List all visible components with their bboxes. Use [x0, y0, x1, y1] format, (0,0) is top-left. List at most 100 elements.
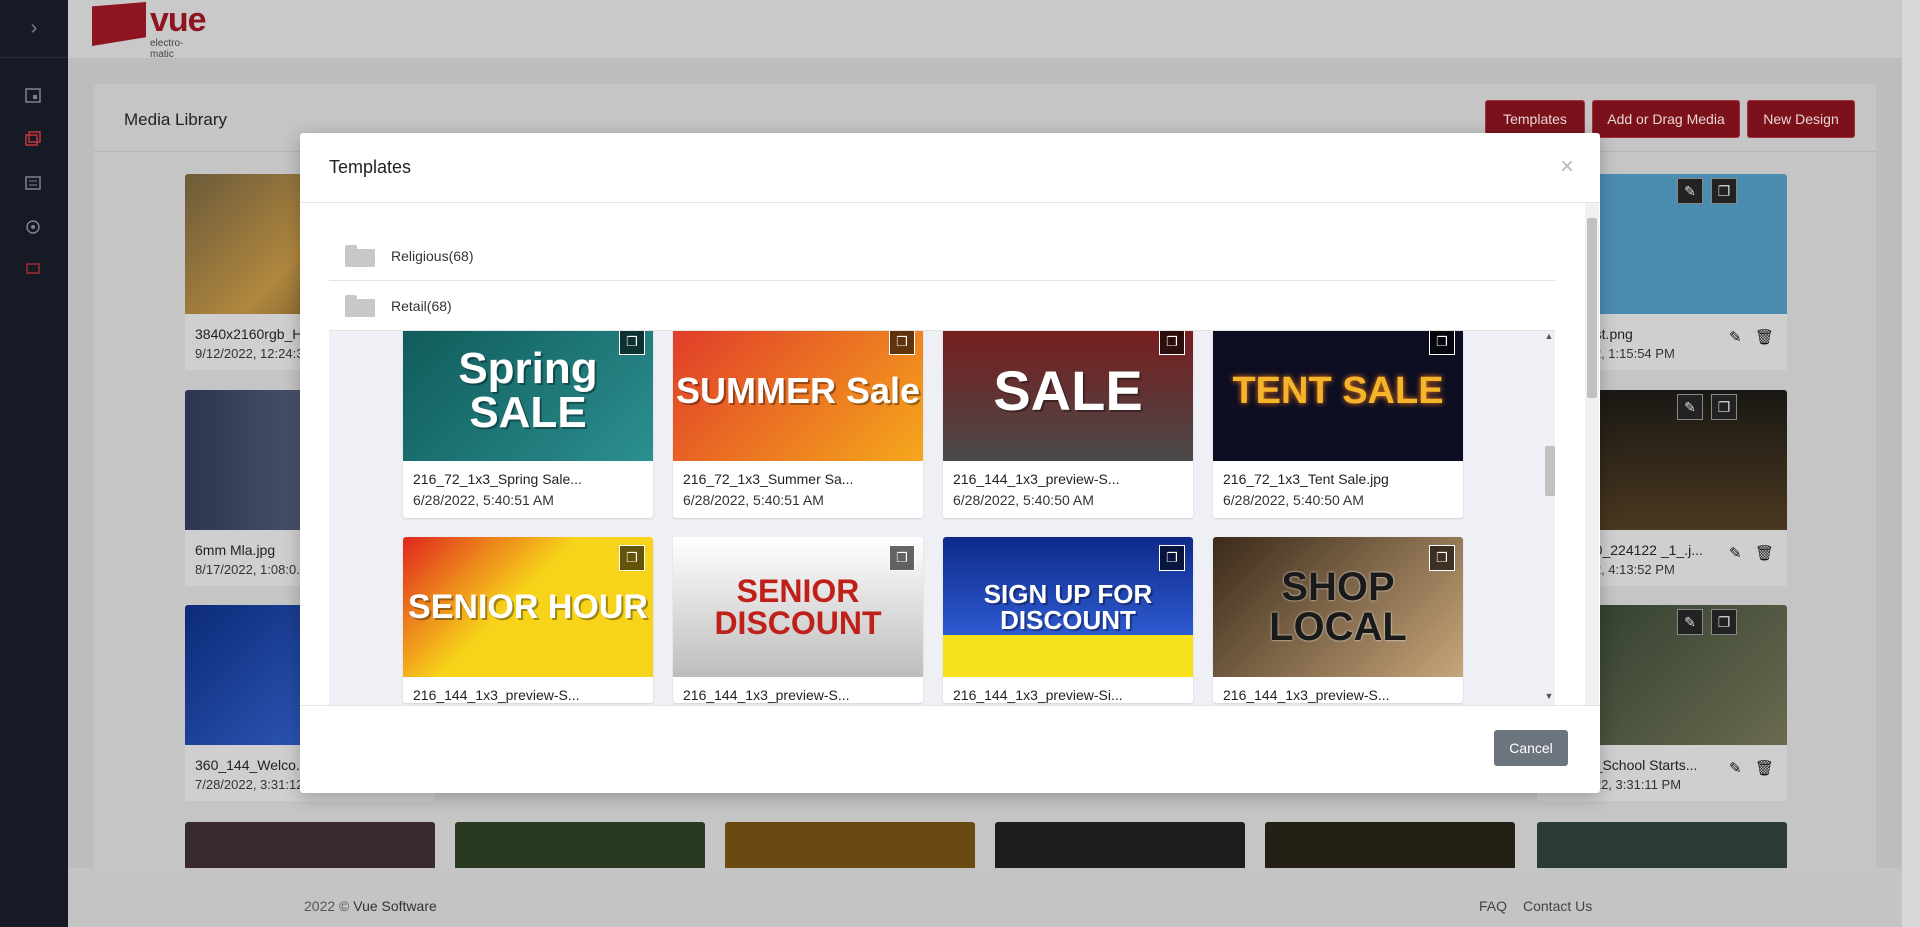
close-icon[interactable]: × [1560, 153, 1574, 181]
edit-icon[interactable]: ✎ [1729, 759, 1742, 777]
trash-icon[interactable]: 🗑 [1755, 544, 1774, 562]
tile-name: 360_144_Welco... [195, 757, 308, 773]
brand-logo[interactable]: vue electro-matic [92, 1, 207, 60]
add-media-button[interactable]: Add or Drag Media [1592, 100, 1740, 138]
logo-subtitle: electro-matic [150, 38, 184, 60]
template-name: 216_144_1x3_preview-Si... [953, 687, 1123, 703]
tile-thumbnail [1537, 822, 1787, 870]
template-card[interactable]: SUMMER Sale ❐ 216_72_1x3_Summer Sa... 6/… [673, 331, 923, 518]
modal-header: Templates × [300, 133, 1600, 203]
copy-icon[interactable]: ❐ [1711, 394, 1737, 420]
sidebar-item-settings[interactable] [22, 216, 44, 238]
scrollbar-thumb[interactable] [1545, 446, 1555, 496]
template-art: Spring SALE [458, 344, 598, 437]
scrollbar-thumb[interactable] [1587, 218, 1597, 398]
folder-icon [345, 294, 375, 317]
images-icon [25, 131, 41, 146]
template-card[interactable]: SENIOR DISCOUNT ❐ 216_144_1x3_preview-S.… [673, 537, 923, 703]
edit-icon[interactable]: ✎ [1677, 609, 1703, 635]
gear-icon [26, 220, 40, 234]
template-card[interactable]: SIGN UP FOR DISCOUNT ❐ 216_144_1x3_previ… [943, 537, 1193, 703]
edit-icon[interactable]: ✎ [1677, 178, 1703, 204]
sidebar-item-media[interactable] [22, 128, 44, 150]
trash-icon[interactable]: 🗑 [1755, 328, 1774, 346]
folder-retail[interactable]: Retail(68) [329, 281, 1555, 331]
template-name: 216_72_1x3_Spring Sale... [413, 471, 582, 487]
folder-label: Religious(68) [391, 247, 474, 264]
copy-icon[interactable]: ❐ [1159, 545, 1185, 571]
template-grid-scrollbar[interactable]: ▲ ▼ [1542, 331, 1556, 705]
scroll-down-icon[interactable]: ▼ [1542, 691, 1556, 705]
device-icon [26, 263, 40, 274]
sidebar-item-playlists[interactable] [22, 172, 44, 194]
tile-date: 7/28/2022, 3:31:12... [195, 777, 315, 792]
media-tile[interactable] [1537, 822, 1787, 870]
tile-name: 6mm Mla.jpg [195, 542, 276, 558]
copyright: 2022 © Vue Software [304, 898, 437, 914]
media-tile[interactable] [725, 822, 975, 870]
footer: 2022 © Vue Software FAQ Contact Us [68, 868, 1902, 927]
template-name: 216_144_1x3_preview-S... [1223, 687, 1390, 703]
template-thumbnail: Spring SALE ❐ [403, 331, 653, 461]
template-date: 6/28/2022, 5:40:51 AM [683, 492, 824, 508]
copy-icon[interactable]: ❐ [1159, 331, 1185, 355]
copy-icon[interactable]: ❐ [1711, 609, 1737, 635]
page-title: Media Library [124, 110, 227, 129]
page-scrollbar[interactable] [1902, 0, 1920, 927]
template-card[interactable]: SENIOR HOUR ❐ 216_144_1x3_preview-S... [403, 537, 653, 703]
sidebar-item-dashboard[interactable] [22, 84, 44, 106]
media-tile[interactable] [455, 822, 705, 870]
folder-religious[interactable]: Religious(68) [329, 231, 1555, 281]
copy-icon[interactable]: ❐ [1429, 331, 1455, 355]
template-card[interactable]: SALE ❐ 216_144_1x3_preview-S... 6/28/202… [943, 331, 1193, 518]
scroll-up-icon[interactable]: ▲ [1542, 331, 1556, 345]
template-art: SUMMER Sale [675, 370, 921, 411]
template-card[interactable]: Spring SALE ❐ 216_72_1x3_Spring Sale... … [403, 331, 653, 518]
template-art: SENIOR DISCOUNT [714, 573, 882, 641]
template-art: SHOP LOCAL [1269, 565, 1407, 649]
template-card[interactable]: TENT SALE ❐ 216_72_1x3_Tent Sale.jpg 6/2… [1213, 331, 1463, 518]
template-name: 216_144_1x3_preview-S... [953, 471, 1120, 487]
modal-title: Templates [329, 157, 412, 177]
template-art: SALE [993, 359, 1143, 422]
new-design-button[interactable]: New Design [1747, 100, 1855, 138]
contact-link[interactable]: Contact Us [1523, 898, 1592, 914]
template-date: 6/28/2022, 5:40:50 AM [1223, 492, 1364, 508]
edit-icon[interactable]: ✎ [1729, 544, 1742, 562]
logo-mark [92, 2, 146, 46]
copy-icon[interactable]: ❐ [889, 331, 915, 355]
template-card[interactable]: SHOP LOCAL ❐ 216_144_1x3_preview-S... [1213, 537, 1463, 703]
template-thumbnail: SENIOR DISCOUNT ❐ [673, 537, 923, 677]
tile-thumbnail [995, 822, 1245, 870]
logo-wordmark: vue [150, 1, 207, 39]
template-name: 216_144_1x3_preview-S... [683, 687, 850, 703]
template-date: 6/28/2022, 5:40:51 AM [413, 492, 554, 508]
edit-icon[interactable]: ✎ [1729, 328, 1742, 346]
tile-thumbnail [1265, 822, 1515, 870]
folder-icon [345, 244, 375, 267]
sidebar-item-devices[interactable] [22, 260, 44, 282]
modal-scrollbar[interactable] [1585, 203, 1599, 705]
copy-icon[interactable]: ❐ [1429, 545, 1455, 571]
edit-icon[interactable]: ✎ [1677, 394, 1703, 420]
faq-link[interactable]: FAQ [1479, 898, 1507, 914]
copy-icon[interactable]: ❐ [1711, 178, 1737, 204]
list-icon [25, 176, 41, 190]
template-name: 216_72_1x3_Summer Sa... [683, 471, 854, 487]
cancel-button[interactable]: Cancel [1494, 730, 1568, 766]
media-tile[interactable] [995, 822, 1245, 870]
copy-icon[interactable]: ❐ [619, 331, 645, 355]
template-thumbnail: SHOP LOCAL ❐ [1213, 537, 1463, 677]
copy-icon[interactable]: ❐ [889, 545, 915, 571]
tile-name: ...0_224122 _1_.j... [1583, 542, 1703, 558]
trash-icon[interactable]: 🗑 [1755, 759, 1774, 777]
company-link[interactable]: Vue Software [353, 898, 437, 914]
copy-icon[interactable]: ❐ [619, 545, 645, 571]
media-tile[interactable] [185, 822, 435, 870]
template-name: 216_72_1x3_Tent Sale.jpg [1223, 471, 1389, 487]
expand-sidebar-button[interactable]: › [0, 0, 68, 58]
template-grid: Spring SALE ❐ 216_72_1x3_Spring Sale... … [329, 331, 1555, 705]
tile-thumbnail [455, 822, 705, 870]
media-tile[interactable] [1265, 822, 1515, 870]
tile-date: 9/12/2022, 12:24:3... [195, 346, 315, 361]
